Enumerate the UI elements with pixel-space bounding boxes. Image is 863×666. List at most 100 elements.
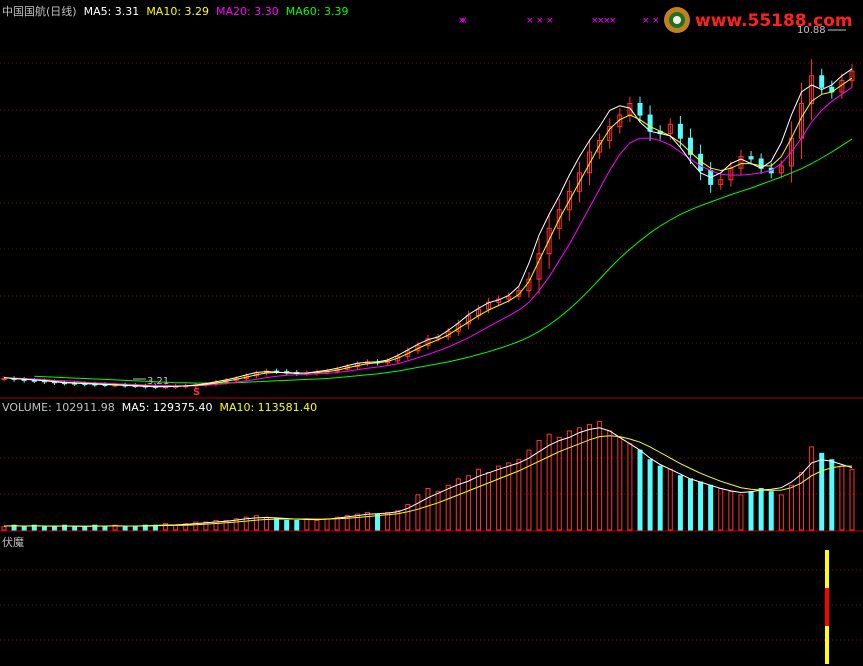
volume-bar [647, 459, 653, 531]
ma20-legend: MA20: 3.30 [216, 5, 279, 18]
chart-canvas: ×× × × × ×××× × ×10.883.21S [0, 16, 863, 664]
volume-bar [819, 452, 825, 531]
volume-ma10-line [4, 435, 852, 527]
volume-bar [274, 518, 280, 531]
volume-bar [728, 491, 734, 531]
volume-bar [284, 519, 290, 531]
stock-title: 中国国航(日线) [2, 5, 77, 18]
volume-bar [475, 468, 481, 531]
volume-bar [415, 494, 421, 531]
volume-bar [657, 465, 663, 531]
volume-bar [546, 433, 552, 531]
volume-bar [849, 468, 855, 531]
signal-x-marker: × [652, 16, 660, 26]
volume-bar [122, 526, 128, 531]
signal-x-marker: × [546, 16, 554, 26]
volume-bar [829, 459, 835, 531]
volume-ma10-legend: MA10: 113581.40 [219, 401, 318, 414]
volume-bar [51, 526, 57, 531]
signal-x-marker: × [609, 16, 617, 26]
volume-bar [768, 491, 774, 531]
ma60-legend: MA60: 3.39 [285, 5, 349, 18]
signal-bar [825, 588, 829, 626]
indicator-bars [825, 550, 829, 664]
volume-ma-lines [3, 427, 853, 527]
low-price-label: 3.21 [147, 376, 169, 387]
volume-bar [738, 494, 744, 531]
volume-bar [223, 519, 229, 531]
volume-bar [536, 440, 542, 531]
volume-bar [607, 430, 613, 531]
volume-bar [455, 478, 461, 531]
volume-bar [425, 487, 431, 531]
signal-x-marker: × [642, 16, 650, 26]
volume-bar [839, 465, 845, 531]
volume-bar [718, 487, 724, 531]
volume-bar [617, 436, 623, 531]
volume-bar [809, 446, 815, 531]
volume-bar [445, 484, 451, 531]
volume-bar [294, 519, 300, 531]
volume-ma5-line [3, 427, 853, 527]
volume-bar [687, 478, 693, 531]
volume-bar [486, 472, 492, 531]
indicator-title: 伏魔 [2, 536, 24, 549]
candle-body [647, 114, 653, 132]
volume-bar [465, 475, 471, 531]
volume-bar [1, 526, 7, 531]
candle-body [677, 123, 683, 139]
candle-body [637, 103, 643, 116]
markers: ×× × × × ×××× × ×10.883.21S [133, 16, 846, 398]
volume-bar [496, 465, 502, 531]
volume-bar [637, 449, 643, 531]
volume-ma5-legend: MA5: 129375.40 [121, 401, 213, 414]
volume-bar [506, 462, 512, 531]
event-marker: S [193, 387, 200, 398]
candle-body [819, 75, 825, 88]
volume-bar [667, 468, 673, 531]
price-legend: 中国国航(日线) MA5: 3.31 MA10: 3.29 MA20: 3.30 MA6… [2, 3, 355, 19]
volume-bar [102, 526, 108, 531]
volume-value: VOLUME: 102911.98 [2, 401, 115, 414]
candle-body [1, 378, 7, 381]
volume-bar [799, 472, 805, 531]
volume-bar [788, 484, 794, 531]
indicator-legend: 伏魔 [2, 534, 31, 550]
signal-x-marker: × [526, 16, 534, 26]
volume-bar [364, 511, 370, 531]
volume-bar [566, 430, 572, 531]
volume-bar [677, 475, 683, 531]
volume-bar [627, 443, 633, 531]
volume-bar [778, 494, 784, 531]
signal-bar [825, 550, 829, 588]
volume-bar [708, 484, 714, 531]
candle-body [748, 156, 754, 160]
volume-bar [435, 491, 441, 531]
volume-bar [354, 513, 360, 531]
signal-x-marker: × [536, 16, 544, 26]
volume-bar [698, 481, 704, 531]
volume-bar [82, 526, 88, 531]
volume-bar [304, 518, 310, 531]
signal-x-marker: × [460, 16, 468, 26]
volume-bar [314, 519, 320, 531]
volume-bar [748, 491, 754, 531]
volume-bar [132, 526, 138, 531]
volume-bar [324, 518, 330, 531]
volume-bar [526, 449, 532, 531]
volume-bars [1, 420, 855, 531]
volume-bar [758, 487, 764, 531]
signal-bar [825, 626, 829, 664]
volume-bar [173, 524, 179, 531]
logo-text: www.55188.com [695, 11, 853, 31]
volume-legend: VOLUME: 102911.98 MA5: 129375.40 MA10: 113… [2, 401, 324, 414]
volume-bar [72, 526, 78, 531]
ma5-legend: MA5: 3.31 [83, 5, 140, 18]
ma10-legend: MA10: 3.29 [146, 5, 210, 18]
volume-bar [21, 526, 27, 531]
volume-bar [41, 526, 47, 531]
grid-lines [0, 62, 863, 641]
volume-bar [597, 420, 603, 531]
site-logo: www.55188.com [664, 7, 853, 33]
volume-bar [375, 513, 381, 531]
